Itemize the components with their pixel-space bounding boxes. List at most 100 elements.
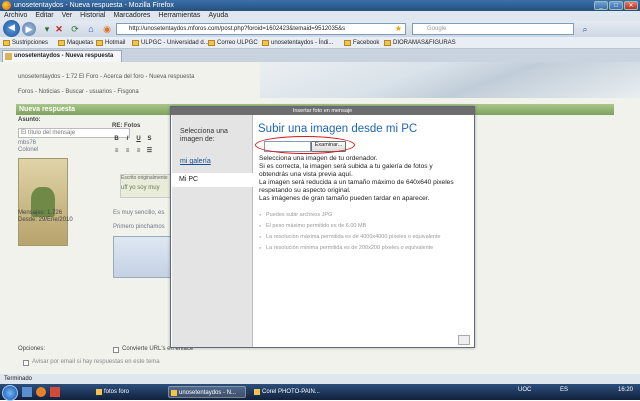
url-bar[interactable]: http://unosetentaydos.mforos.com/post.ph…	[116, 23, 406, 35]
quicklaunch-icon[interactable]	[22, 387, 32, 397]
quote-title: Escrito originalmente	[121, 175, 168, 181]
insert-photo-dialog: Insertar foto en mensaje Selecciona una …	[170, 106, 475, 348]
source-mypc-tab[interactable]: Mi PC	[172, 173, 253, 187]
stop-icon[interactable]: ✕	[52, 22, 66, 36]
bold-icon[interactable]: B	[113, 136, 120, 143]
bookmark-item[interactable]: ULPGC - Universidad d...	[132, 37, 209, 48]
menu-marcadores[interactable]: Marcadores	[113, 11, 150, 21]
red-highlight-circle	[255, 136, 355, 154]
tray-clock: 16:20	[618, 387, 634, 393]
description-line: Selecciona una imagen de tu ordenador.	[259, 155, 378, 162]
taskbar-item[interactable]: fotos foro	[94, 386, 162, 398]
quote-block: Escrito originalmente uff yo soy muy	[120, 174, 172, 198]
bookmark-item[interactable]: DIORAMAS&FIGURAS	[384, 37, 456, 48]
strike-icon[interactable]: S	[146, 136, 153, 143]
menu-herramientas[interactable]: Herramientas	[158, 11, 200, 21]
opciones-label: Opciones:	[18, 346, 46, 352]
align-left-icon[interactable]: ≡	[113, 148, 120, 155]
forward-icon[interactable]: ▶	[22, 22, 36, 36]
bookmark-item[interactable]: Correo ULPGC	[208, 37, 258, 48]
tray-language[interactable]: ES	[560, 387, 568, 393]
list-icon[interactable]: ☰	[146, 148, 153, 155]
menu-archivo[interactable]: Archivo	[4, 11, 27, 21]
navigation-toolbar: ◀ ▶ ▾ ✕ ⟳ ⌂ ◉ http://unosetentaydos.mfor…	[0, 20, 640, 37]
description-line: respetando su aspecto original.	[259, 187, 351, 194]
tab-nueva-respuesta[interactable]: unosetentaydos - Nueva respuesta	[2, 50, 122, 62]
bookmark-item[interactable]: Sustripciones	[3, 37, 48, 48]
menu-bar: Archivo Editar Ver Historial Marcadores …	[0, 11, 640, 21]
bookmark-item[interactable]: unosetentaydos - Índi...	[262, 37, 333, 48]
source-heading: Selecciona una imagen de:	[180, 128, 228, 143]
status-bar: Terminado	[0, 374, 640, 384]
firefox-icon	[2, 1, 11, 10]
rule-item: La resolución máxima permitida es de 400…	[259, 234, 441, 240]
window-title-bar: unosetentaydos - Nueva respuesta - Mozil…	[0, 0, 640, 11]
bookmark-star-icon[interactable]: ★	[395, 24, 402, 34]
url-text: http://unosetentaydos.mforos.com/post.ph…	[129, 26, 346, 32]
breadcrumb[interactable]: unosetentaydos - 1:72 El Foro - Acerca d…	[18, 74, 194, 80]
menu-ayuda[interactable]: Ayuda	[208, 11, 228, 21]
taskbar-item[interactable]: Corel PHOTO-PAIN...	[252, 386, 332, 398]
close-button[interactable]: ✕	[624, 1, 638, 10]
taskbar: fotos foro unosetentaydos - N... Corel P…	[0, 384, 640, 401]
align-right-icon[interactable]: ≡	[135, 148, 142, 155]
dialog-close-icon[interactable]	[458, 335, 470, 345]
forum-links[interactable]: Foros - Noticias - Buscar - usuarios - F…	[18, 89, 139, 95]
bookmark-item[interactable]: Facebook	[344, 37, 379, 48]
user-name[interactable]: mbs76	[18, 140, 36, 146]
back-icon[interactable]: ◀	[3, 20, 20, 37]
dialog-main: Subir una imagen desde mi PC Examinar...…	[255, 115, 468, 347]
rss-icon[interactable]: ◉	[100, 22, 114, 36]
firefox-quicklaunch-icon[interactable]	[36, 387, 46, 397]
re-label: RE: Fotos	[112, 123, 141, 129]
quote-text: uff yo soy muy	[121, 185, 160, 191]
align-center-icon[interactable]: ≡	[124, 148, 131, 155]
taskbar-item-active[interactable]: unosetentaydos - N...	[168, 386, 246, 398]
rule-item: El peso máximo permitido es de 6.00 MB	[259, 223, 366, 229]
favicon-icon	[5, 53, 12, 60]
tab-bar: unosetentaydos - Nueva respuesta	[0, 49, 640, 62]
search-input[interactable]: Google	[412, 23, 574, 35]
dialog-sidebar: Selecciona una imagen de: mi galería Mi …	[172, 115, 253, 347]
rule-item: La resolución mínima permitida es de 200…	[259, 245, 433, 251]
subject-placeholder: El título del mensaje	[21, 130, 76, 136]
asunto-label: Asunto:	[18, 117, 41, 123]
tray-uoc[interactable]: UOC	[518, 387, 531, 393]
bookmark-item[interactable]: Maquetas	[58, 37, 93, 48]
description-line: Las imágenes de gran tamaño pueden tarda…	[259, 195, 430, 202]
reload-icon[interactable]: ⟳	[68, 22, 82, 36]
dialog-title: Insertar foto en mensaje	[171, 107, 474, 115]
menu-editar[interactable]: Editar	[35, 11, 53, 21]
bookmarks-toolbar: Sustripciones Maquetas Hotmail ULPGC - U…	[0, 37, 640, 49]
start-button[interactable]	[2, 385, 18, 401]
body-text-2: Primero pinchamos	[113, 224, 165, 230]
underline-icon[interactable]: U	[135, 136, 142, 143]
body-text-1: Es muy sencillo, es	[113, 210, 165, 216]
quicklaunch-icon[interactable]	[50, 387, 60, 397]
description-line: obtendrás una vista previa aquí.	[259, 171, 353, 178]
header-banner	[260, 62, 640, 98]
italic-icon[interactable]: I	[124, 136, 131, 143]
window-title: unosetentaydos - Nueva respuesta - Mozil…	[14, 2, 174, 9]
maximize-button[interactable]: □	[609, 1, 623, 10]
upload-heading: Subir una imagen desde mi PC	[258, 123, 418, 135]
tab-label: unosetentaydos - Nueva respuesta	[14, 53, 114, 59]
source-gallery-link[interactable]: mi galería	[180, 158, 211, 165]
screenshot-thumbnail	[113, 236, 172, 278]
minimize-button[interactable]: _	[594, 1, 608, 10]
email-notify-label: Avisar por email si hay respuestas en es…	[32, 359, 160, 365]
menu-ver[interactable]: Ver	[62, 11, 73, 21]
user-messages: Mensajes: 1.726	[18, 210, 63, 216]
avatar	[18, 158, 68, 246]
menu-historial[interactable]: Historial	[80, 11, 105, 21]
home-icon[interactable]: ⌂	[84, 22, 98, 36]
rule-item: Puedes subir archivos JPG	[259, 212, 332, 218]
bookmark-item[interactable]: Hotmail	[96, 37, 125, 48]
convert-urls-checkbox[interactable]	[113, 347, 119, 353]
email-notify-checkbox[interactable]	[23, 360, 29, 366]
description-line: Si es correcta, la imagen será subida a …	[259, 163, 433, 170]
user-rank: Colonel	[18, 147, 39, 153]
description-line: La imagen será reducida a un tamaño máxi…	[259, 179, 454, 186]
status-text: Terminado	[4, 376, 33, 382]
search-icon[interactable]: ⌕	[578, 22, 592, 36]
